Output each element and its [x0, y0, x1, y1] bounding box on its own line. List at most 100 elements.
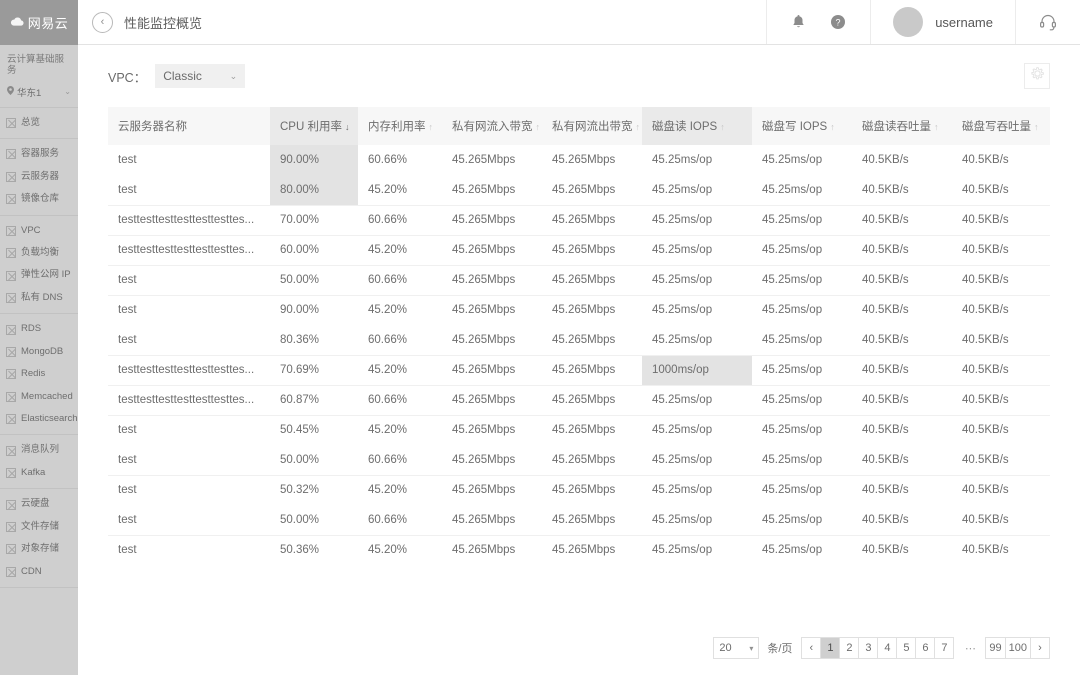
page-button-7[interactable]: 7 — [934, 637, 955, 659]
sidebar-item-[interactable]: 镜像仓库 — [0, 188, 78, 210]
cell-read-iops: 45.25ms/op — [642, 204, 752, 235]
table-row[interactable]: test 50.32% 45.20% 45.265Mbps 45.265Mbps 45.2… — [108, 474, 1050, 505]
service-icon — [6, 118, 16, 128]
sidebar-item-redis[interactable]: Redis — [0, 363, 78, 385]
sort-icon[interactable]: ↑ — [830, 122, 835, 132]
per-page-label: 条/页 — [767, 643, 793, 655]
sidebar-item-label: 云服务器 — [21, 170, 60, 182]
table-row[interactable]: test 50.36% 45.20% 45.265Mbps 45.265Mbps 45.2… — [108, 534, 1050, 565]
cell-cpu: 50.00% — [280, 453, 320, 466]
column-header[interactable]: 磁盘写吞吐量 ↑ — [952, 107, 1050, 145]
table-row[interactable]: test 50.00% 60.66% 45.265Mbps 45.265Mbps 45.2… — [108, 445, 1050, 475]
cell-mem: 60.66% — [358, 264, 442, 295]
column-header[interactable]: 私有网流出带宽 ↑ — [542, 107, 642, 145]
sort-icon[interactable]: ↑ — [536, 122, 541, 132]
cell-name: test — [108, 264, 270, 295]
brand-logo[interactable]: 网易云 — [0, 0, 78, 45]
service-icon — [6, 369, 16, 380]
service-icon — [6, 346, 16, 357]
table-row[interactable]: test 90.00% 45.20% 45.265Mbps 45.265Mbps 45.2… — [108, 294, 1050, 325]
gear-icon — [1030, 66, 1045, 86]
table-row[interactable]: test 50.00% 60.66% 45.265Mbps 45.265Mbps 45.2… — [108, 505, 1050, 535]
sidebar-item-mongodb[interactable]: MongoDB — [0, 341, 78, 363]
back-icon[interactable]: ‹ — [92, 11, 113, 33]
sort-icon[interactable]: ↑ — [636, 122, 641, 132]
sort-icon[interactable]: ↑ — [429, 122, 434, 132]
sidebar-item-kafka[interactable]: Kafka — [0, 462, 78, 484]
sort-icon[interactable]: ↑ — [1034, 122, 1039, 132]
sidebar-item-elasticsearch[interactable]: Elasticsearch — [0, 408, 78, 430]
next-page-button[interactable]: › — [1030, 637, 1050, 659]
sidebar-item-[interactable]: 容器服务 — [0, 143, 78, 165]
sort-icon[interactable]: ↑ — [720, 122, 725, 132]
filter-bar: VPC： Classic ⌄ — [78, 45, 1080, 107]
table-row[interactable]: testtesttesttesttesttesttes... 70.00% 60.6… — [108, 204, 1050, 235]
column-header[interactable]: 私有网流入带宽 ↑ — [442, 107, 542, 145]
cell-read-iops: 45.25ms/op — [642, 264, 752, 295]
region-selector[interactable]: 华东1 ⌄ — [0, 82, 78, 108]
column-header[interactable]: 磁盘写 IOPS ↑ — [752, 107, 852, 145]
cell-net-in: 45.265Mbps — [452, 513, 516, 526]
prev-page-button[interactable]: ‹ — [801, 637, 822, 659]
page-button-3[interactable]: 3 — [858, 637, 879, 659]
page-button-4[interactable]: 4 — [877, 637, 898, 659]
cell-cpu: 90.00% — [270, 294, 358, 325]
table-row[interactable]: test 90.00% 60.66% 45.265Mbps 45.265Mbps 45.2… — [108, 145, 1050, 175]
table-row[interactable]: test 80.00% 45.20% 45.265Mbps 45.265Mbps 45.2… — [108, 175, 1050, 205]
sidebar-item-vpc[interactable]: VPC — [0, 220, 78, 242]
sort-icon[interactable]: ↑ — [934, 122, 939, 132]
cell-read-tp: 40.5KB/s — [862, 513, 909, 526]
table-row[interactable]: testtesttesttesttesttesttes... 60.00% 45.2… — [108, 234, 1050, 265]
sidebar-item-rds[interactable]: RDS — [0, 318, 78, 340]
table-row[interactable]: test 80.36% 60.66% 45.265Mbps 45.265Mbps 45.2… — [108, 325, 1050, 355]
support-button[interactable] — [1016, 0, 1080, 44]
vpc-select[interactable]: Classic ⌄ — [155, 64, 246, 88]
page-button-5[interactable]: 5 — [896, 637, 917, 659]
cell-mem: 45.20% — [358, 234, 442, 265]
sidebar-item-ip[interactable]: 弹性公网 IP — [0, 264, 78, 286]
table-row[interactable]: test 50.00% 60.66% 45.265Mbps 45.265Mbps 45.2… — [108, 264, 1050, 295]
user-menu[interactable]: username — [870, 0, 1016, 44]
bell-icon[interactable] — [791, 14, 806, 30]
sidebar-item-[interactable]: 对象存储 — [0, 538, 78, 560]
page-button-100[interactable]: 100 — [1004, 637, 1031, 659]
column-header-label: CPU 利用率 — [280, 121, 342, 133]
sidebar-item-[interactable]: 负载均衡 — [0, 242, 78, 264]
column-header-label: 磁盘写 IOPS — [762, 121, 828, 133]
cell-write-iops: 45.25ms/op — [762, 513, 823, 526]
sidebar-item-memcached[interactable]: Memcached — [0, 386, 78, 408]
page-button-1[interactable]: 1 — [820, 637, 841, 659]
sidebar-item-label: Redis — [21, 368, 46, 380]
sidebar-item-label: 镜像仓库 — [21, 193, 60, 205]
help-icon[interactable]: ? — [830, 14, 846, 30]
sidebar-item-label: 容器服务 — [21, 148, 60, 160]
sort-desc-icon[interactable]: ↓ — [345, 122, 350, 132]
page-button-6[interactable]: 6 — [915, 637, 936, 659]
page-size-select[interactable]: 20 ▾ — [713, 637, 760, 659]
page-size-value: 20 — [719, 642, 732, 654]
column-header[interactable]: 磁盘读 IOPS ↑ — [642, 107, 752, 145]
cell-mem: 60.66% — [358, 204, 442, 235]
sidebar-item-[interactable]: 总览 — [0, 112, 78, 134]
table-row[interactable]: test 50.45% 45.20% 45.265Mbps 45.265Mbps 45.2… — [108, 414, 1050, 445]
column-header[interactable]: 内存利用率 ↑ — [358, 107, 442, 145]
service-icon — [6, 566, 16, 577]
sidebar-item-dns[interactable]: 私有 DNS — [0, 287, 78, 309]
column-header[interactable]: 磁盘读吞吐量 ↑ — [852, 107, 952, 145]
column-header[interactable]: CPU 利用率 ↓ — [270, 107, 358, 145]
page-button-99[interactable]: 99 — [985, 637, 1006, 659]
sidebar-item-[interactable]: 文件存储 — [0, 516, 78, 538]
table-row[interactable]: testtesttesttesttesttesttes... 70.69% 45.2… — [108, 354, 1050, 385]
cell-read-tp: 40.5KB/s — [862, 453, 909, 466]
table-row[interactable]: testtesttesttesttesttesttes... 60.87% 60.6… — [108, 384, 1050, 415]
cell-net-out: 45.265Mbps — [542, 534, 642, 565]
page-button-2[interactable]: 2 — [839, 637, 860, 659]
cell-cpu: 50.32% — [270, 474, 358, 505]
sidebar-item-[interactable]: 云硬盘 — [0, 493, 78, 515]
column-settings-button[interactable] — [1024, 63, 1050, 89]
sidebar-item-[interactable]: 消息队列 — [0, 439, 78, 461]
sidebar-item-[interactable]: 云服务器 — [0, 166, 78, 188]
cell-read-iops: 45.25ms/op — [652, 154, 713, 166]
sidebar-item-cdn[interactable]: CDN — [0, 561, 78, 583]
cell-cpu: 70.69% — [270, 354, 358, 385]
